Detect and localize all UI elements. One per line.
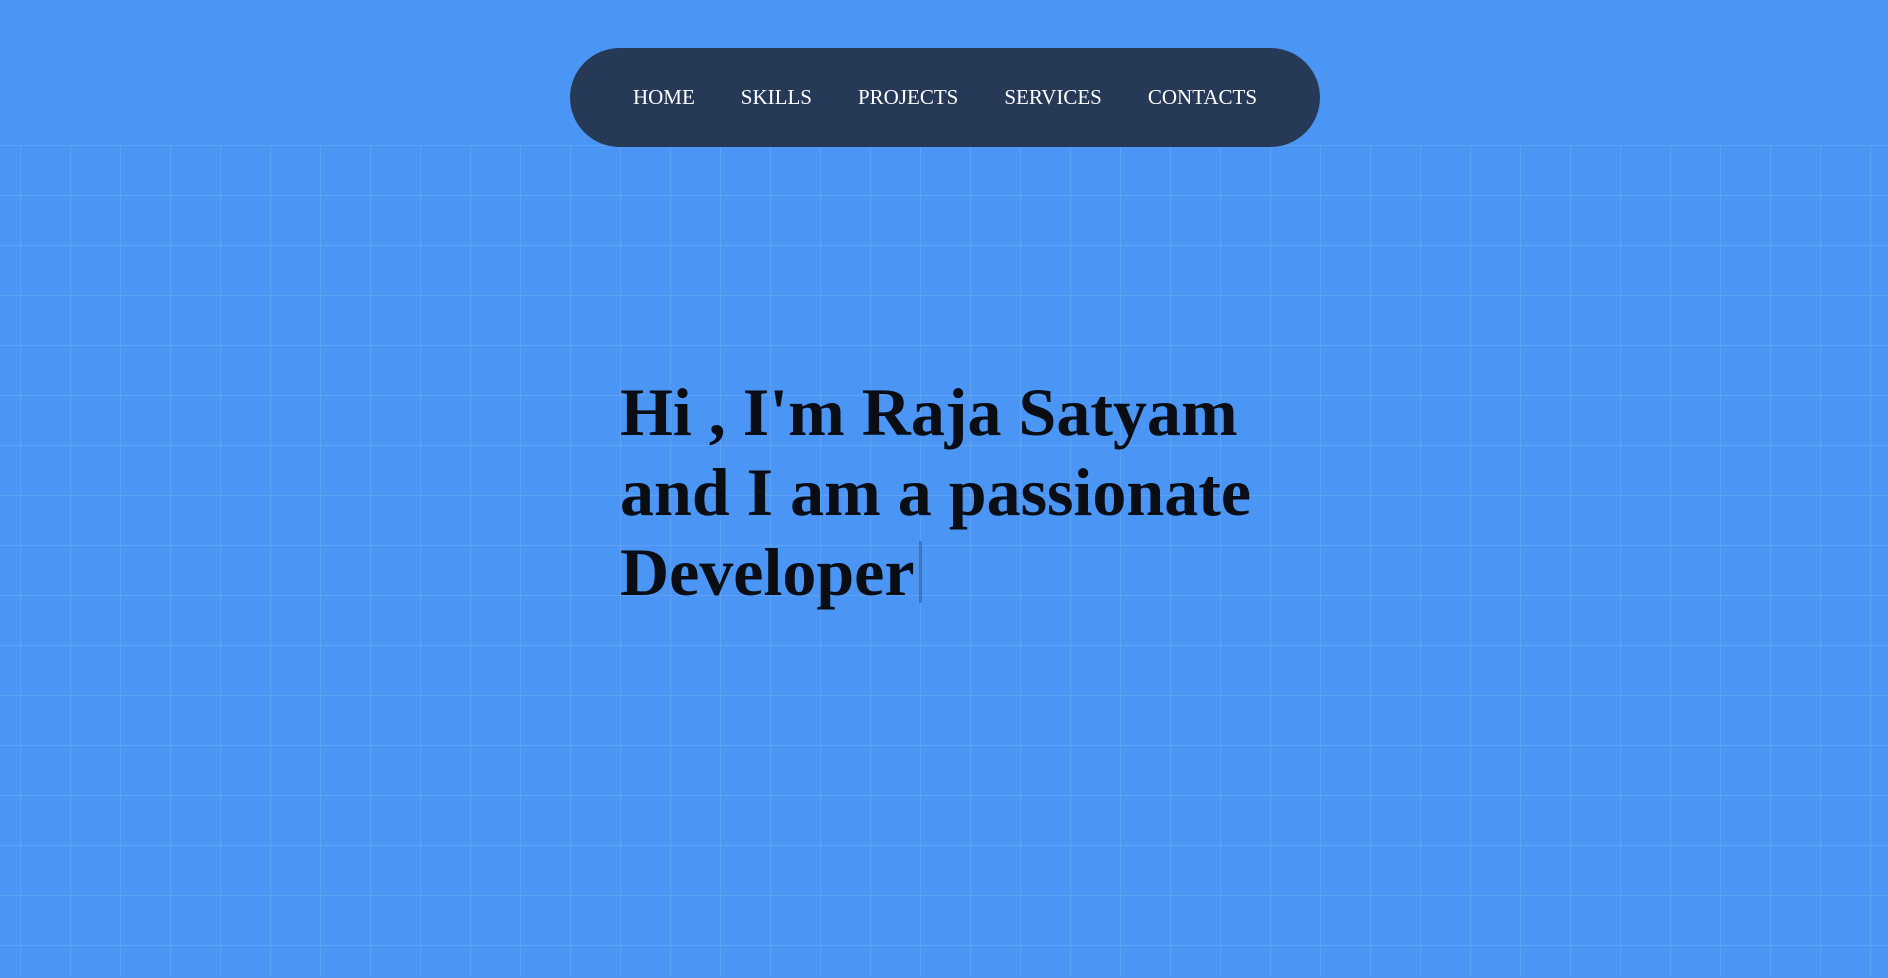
main-navbar: HOME SKILLS PROJECTS SERVICES CONTACTS [570, 48, 1320, 147]
hero-line-role: Developer [620, 532, 1320, 612]
hero-heading: Hi , I'm Raja Satyam and I am a passiona… [620, 372, 1320, 612]
nav-contacts-link[interactable]: CONTACTS [1148, 85, 1257, 110]
nav-projects-link[interactable]: PROJECTS [858, 85, 958, 110]
hero-typed-role: Developer [620, 534, 915, 610]
typing-cursor [918, 541, 922, 603]
nav-skills-link[interactable]: SKILLS [741, 85, 812, 110]
hero-line-passion: and I am a passionate [620, 454, 1252, 530]
hero-line-greeting: Hi , I'm Raja Satyam [620, 374, 1238, 450]
nav-services-link[interactable]: SERVICES [1004, 85, 1102, 110]
nav-home-link[interactable]: HOME [633, 85, 695, 110]
